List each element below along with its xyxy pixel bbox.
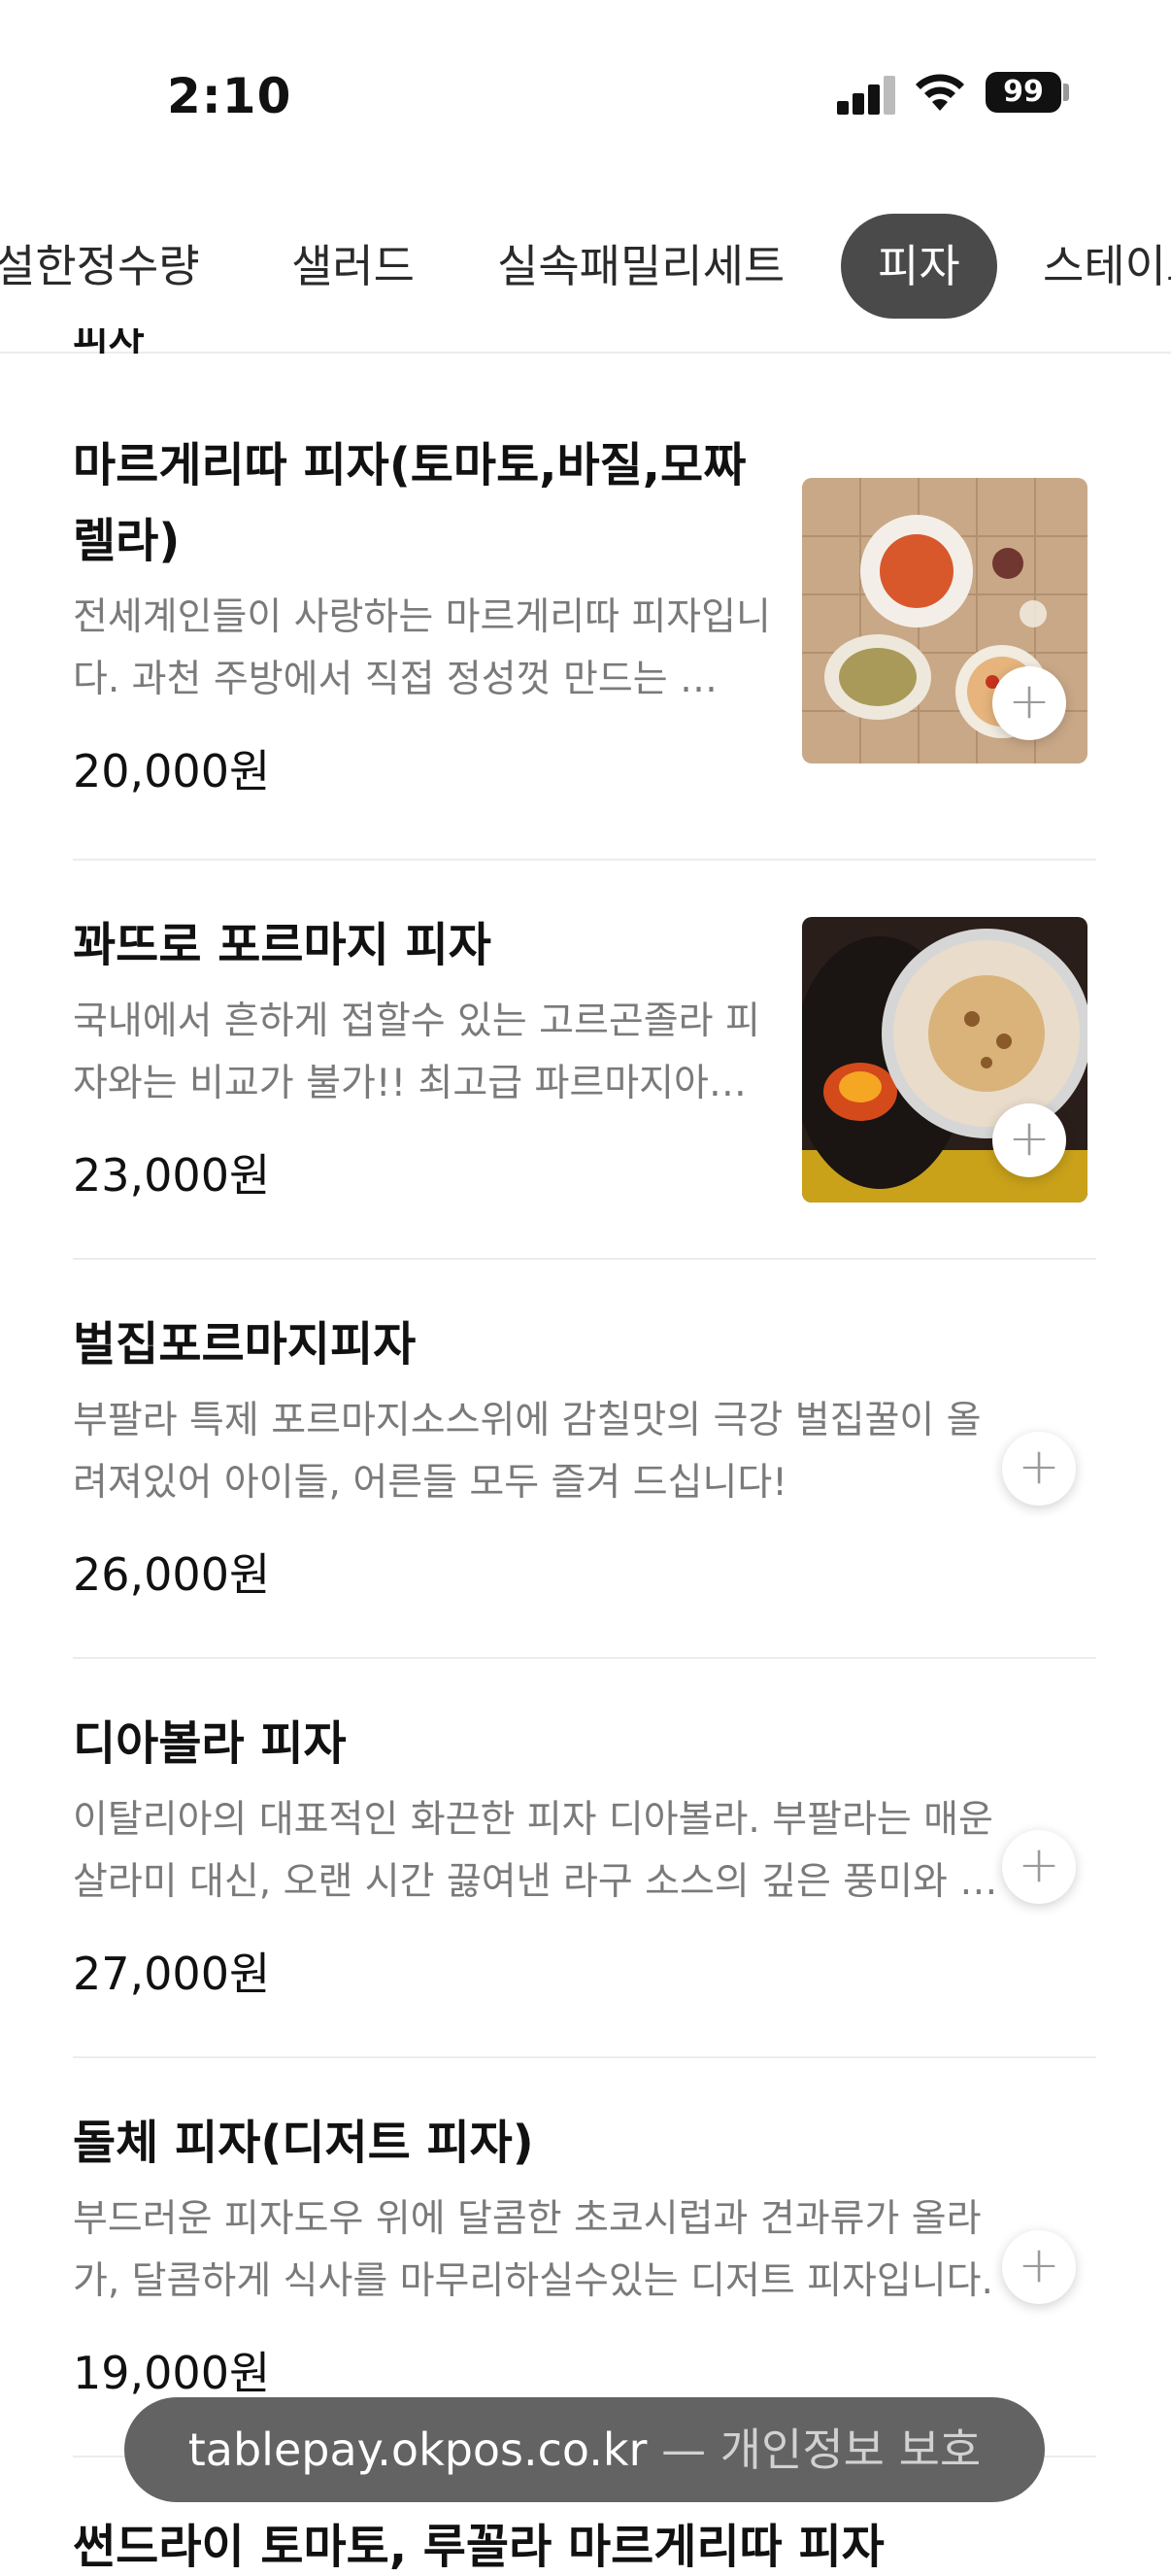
- divider: [73, 1258, 1096, 1260]
- add-to-cart-button[interactable]: +: [1002, 1432, 1076, 1506]
- section-heading: 피자: [73, 328, 145, 354]
- menu-item[interactable]: 디아볼라 피자 이탈리아의 대표적인 화끈한 피자 디아볼라. 부팔라는 매운 …: [73, 1706, 1096, 2003]
- item-title[interactable]: 썬드라이 토마토, 루꼴라 마르게리따 피자: [73, 2508, 885, 2576]
- tab-pizza[interactable]: 피자: [841, 214, 997, 319]
- status-bar: 2:10 99: [0, 0, 1171, 185]
- battery-tip: [1063, 84, 1069, 101]
- item-description: 국내에서 흔하게 접할수 있는 고르곤졸라 피자와는 비교가 불가!! 최고급 …: [73, 1000, 760, 1105]
- menu-item[interactable]: 벌집포르마지피자 부팔라 특제 포르마지소스위에 감칠맛의 극강 벌집꿀이 올려…: [73, 1306, 1096, 1604]
- tab-set-limited[interactable]: 설한정수량: [0, 214, 200, 319]
- status-time: 2:10: [167, 68, 292, 124]
- add-to-cart-button[interactable]: +: [1002, 2230, 1076, 2304]
- item-title: 꽈뜨로 포르마지 피자: [73, 918, 491, 972]
- privacy-label: — 개인정보 보호: [647, 2423, 982, 2476]
- item-price: 26,000원: [73, 1548, 271, 1601]
- item-price: 19,000원: [73, 2347, 271, 2399]
- category-tabs: 설한정수량 샐러드 실속패밀리세트 피자 스테이크: [0, 185, 1171, 354]
- url-pill[interactable]: tablepay.okpos.co.kr — 개인정보 보호: [124, 2397, 1045, 2502]
- divider: [73, 2056, 1096, 2058]
- tab-family-set[interactable]: 실속패밀리세트: [497, 214, 785, 319]
- tab-salad[interactable]: 샐러드: [291, 214, 415, 319]
- item-price: 27,000원: [73, 1948, 271, 2000]
- add-to-cart-button[interactable]: +: [992, 666, 1066, 740]
- item-description: 부팔라 특제 포르마지소스위에 감칠맛의 극강 벌집꿀이 올려져있어 아이들, …: [73, 1399, 982, 1505]
- item-description: 이탈리아의 대표적인 화끈한 피자 디아볼라. 부팔라는 매운 살라미 대신, …: [73, 1798, 998, 1904]
- divider: [73, 859, 1096, 861]
- add-to-cart-button[interactable]: +: [992, 1103, 1066, 1177]
- item-description: 전세계인들이 사랑하는 마르게리따 피자입니다. 과천 주방에서 직접 정성껏 …: [73, 595, 771, 701]
- add-to-cart-button[interactable]: +: [1002, 1830, 1076, 1904]
- item-title: 마르게리따 피자(토마토,바질,모짜렐라): [73, 438, 747, 568]
- tab-steak[interactable]: 스테이크: [1043, 214, 1171, 319]
- item-title: 돌체 피자(디저트 피자): [73, 2116, 534, 2170]
- battery-icon: 99: [986, 72, 1061, 113]
- wifi-icon: [916, 74, 964, 111]
- menu-item[interactable]: 돌체 피자(디저트 피자) 부드러운 피자도우 위에 달콤한 초코시럽과 견과류…: [73, 2105, 1096, 2402]
- cellular-signal-icon: [837, 76, 897, 115]
- url-domain: tablepay.okpos.co.kr: [187, 2423, 648, 2476]
- item-description: 부드러운 피자도우 위에 달콤한 초코시럽과 견과류가 올라가, 달콤하게 식사…: [73, 2197, 993, 2303]
- item-title: 디아볼라 피자: [73, 1716, 347, 1771]
- divider: [73, 1657, 1096, 1659]
- item-title: 벌집포르마지피자: [73, 1317, 417, 1372]
